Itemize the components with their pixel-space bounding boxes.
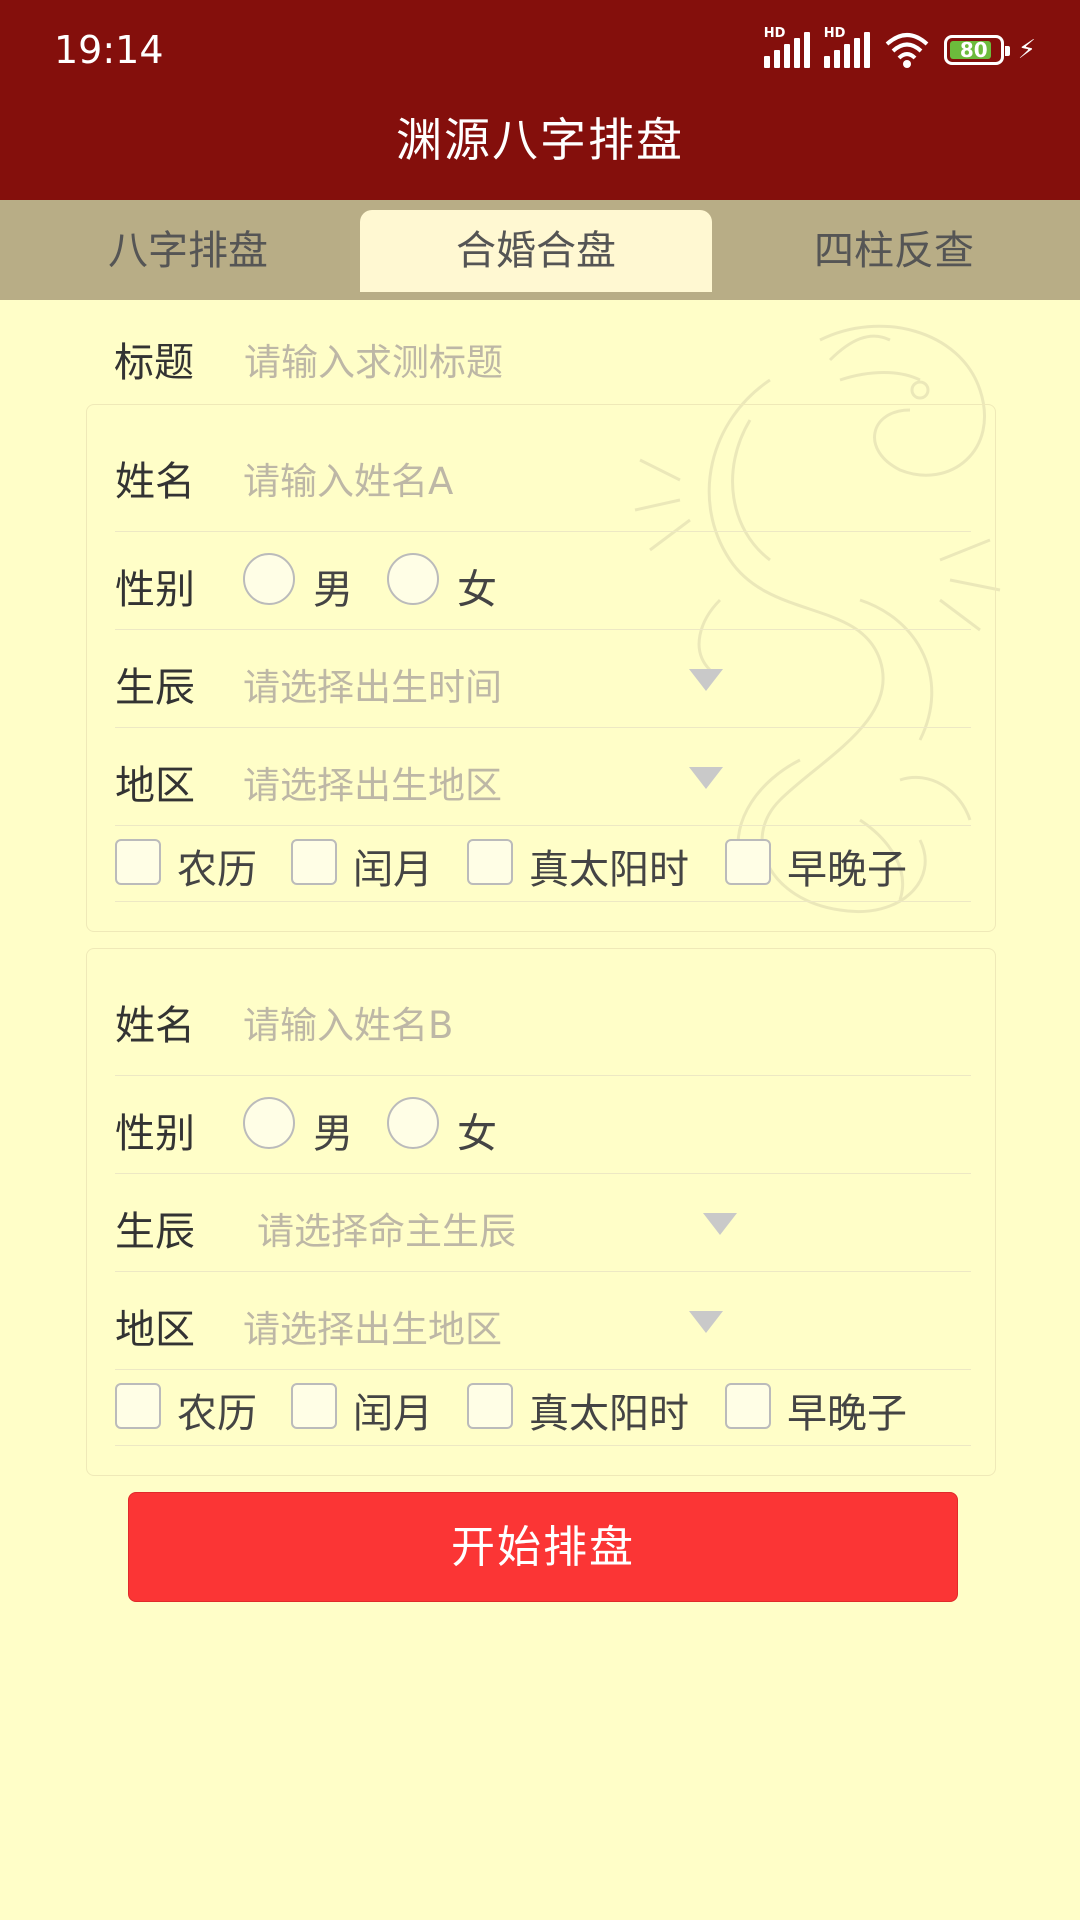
battery-level: 80 xyxy=(959,38,988,62)
gender-male-radio-b[interactable] xyxy=(243,1097,295,1149)
lunar-label-a[interactable]: 农历 xyxy=(177,837,257,895)
dropdown-arrow-icon[interactable] xyxy=(689,767,723,789)
birth-label-b: 生辰 xyxy=(115,1209,195,1255)
gender-male-radio-a[interactable] xyxy=(243,553,295,605)
tab-reverse-lookup[interactable]: 四柱反查 xyxy=(718,210,1070,292)
battery-icon: 80 xyxy=(943,35,1010,65)
region-label-b: 地区 xyxy=(115,1307,195,1353)
title-label: 标题 xyxy=(114,340,194,386)
birth-select-a[interactable]: 请选择出生时间 xyxy=(243,657,502,711)
lunar-label-b[interactable]: 农历 xyxy=(177,1381,257,1439)
signal-icon-1: HD xyxy=(763,26,810,68)
leap-month-checkbox-a[interactable] xyxy=(291,839,337,885)
options-row-a: 农历 闰月 真太阳时 早晚子 xyxy=(115,825,971,902)
lunar-checkbox-a[interactable] xyxy=(115,839,161,885)
status-time: 19:14 xyxy=(54,28,164,72)
dropdown-arrow-icon[interactable] xyxy=(703,1213,737,1235)
dropdown-arrow-icon[interactable] xyxy=(689,669,723,691)
signal-icon-2: HD xyxy=(823,26,870,68)
wifi-icon xyxy=(885,33,929,68)
gender-female-radio-b[interactable] xyxy=(387,1097,439,1149)
lunar-checkbox-b[interactable] xyxy=(115,1383,161,1429)
name-row-a: 姓名 请输入姓名A xyxy=(115,405,971,532)
name-input-b[interactable]: 请输入姓名B xyxy=(243,995,453,1049)
person-a-card: 姓名 请输入姓名A 性别 男 女 生辰 请选择出生时间 地区 请选择出生地区 农… xyxy=(86,404,996,932)
app-header: 渊源八字排盘 xyxy=(0,100,1080,200)
region-row-a: 地区 请选择出生地区 xyxy=(115,727,971,826)
tab-marriage[interactable]: 合婚合盘 xyxy=(360,210,712,292)
name-label-b: 姓名 xyxy=(115,1003,195,1049)
title-input[interactable]: 请输入求测标题 xyxy=(244,332,503,386)
gender-male-label-b[interactable]: 男 xyxy=(313,1101,353,1159)
gender-label-b: 性别 xyxy=(115,1111,195,1157)
name-row-b: 姓名 请输入姓名B xyxy=(115,949,971,1076)
solar-time-checkbox-b[interactable] xyxy=(467,1383,513,1429)
tab-bar: 八字排盘 合婚合盘 四柱反查 xyxy=(0,200,1080,300)
tab-bazi[interactable]: 八字排盘 xyxy=(12,210,364,292)
gender-male-label-a[interactable]: 男 xyxy=(313,557,353,615)
early-late-zi-checkbox-a[interactable] xyxy=(725,839,771,885)
solar-time-checkbox-a[interactable] xyxy=(467,839,513,885)
birth-label-a: 生辰 xyxy=(115,665,195,711)
leap-month-checkbox-b[interactable] xyxy=(291,1383,337,1429)
name-input-a[interactable]: 请输入姓名A xyxy=(243,451,453,505)
gender-row-a: 性别 男 女 xyxy=(115,531,971,630)
dropdown-arrow-icon[interactable] xyxy=(689,1311,723,1333)
person-b-card: 姓名 请输入姓名B 性别 男 女 生辰 请选择命主生辰 地区 请选择出生地区 农… xyxy=(86,948,996,1476)
solar-time-label-a[interactable]: 真太阳时 xyxy=(529,837,689,895)
birth-select-b[interactable]: 请选择命主生辰 xyxy=(257,1201,516,1255)
title-row: 标题 请输入求测标题 xyxy=(86,300,996,404)
solar-time-label-b[interactable]: 真太阳时 xyxy=(529,1381,689,1439)
gender-row-b: 性别 男 女 xyxy=(115,1075,971,1174)
gender-label-a: 性别 xyxy=(115,567,195,613)
status-bar: 19:14 HD HD 80 ⚡ xyxy=(0,0,1080,100)
status-icons: HD HD 80 ⚡ xyxy=(763,26,1036,70)
gender-female-label-b[interactable]: 女 xyxy=(457,1101,497,1159)
early-late-zi-checkbox-b[interactable] xyxy=(725,1383,771,1429)
early-late-zi-label-b[interactable]: 早晚子 xyxy=(787,1381,907,1439)
birth-row-a: 生辰 请选择出生时间 xyxy=(115,629,971,728)
leap-month-label-b[interactable]: 闰月 xyxy=(353,1381,433,1439)
gender-female-radio-a[interactable] xyxy=(387,553,439,605)
region-select-a[interactable]: 请选择出生地区 xyxy=(243,755,502,809)
options-row-b: 农历 闰月 真太阳时 早晚子 xyxy=(115,1369,971,1446)
app-title: 渊源八字排盘 xyxy=(396,113,684,167)
name-label-a: 姓名 xyxy=(115,459,195,505)
network-type-label: HD xyxy=(823,26,846,41)
leap-month-label-a[interactable]: 闰月 xyxy=(353,837,433,895)
gender-female-label-a[interactable]: 女 xyxy=(457,557,497,615)
network-type-label: HD xyxy=(763,26,786,41)
region-row-b: 地区 请选择出生地区 xyxy=(115,1271,971,1370)
region-select-b[interactable]: 请选择出生地区 xyxy=(243,1299,502,1353)
early-late-zi-label-a[interactable]: 早晚子 xyxy=(787,837,907,895)
start-paipan-button[interactable]: 开始排盘 xyxy=(128,1492,958,1602)
region-label-a: 地区 xyxy=(115,763,195,809)
birth-row-b: 生辰 请选择命主生辰 xyxy=(115,1173,971,1272)
charging-icon: ⚡ xyxy=(1017,35,1036,65)
